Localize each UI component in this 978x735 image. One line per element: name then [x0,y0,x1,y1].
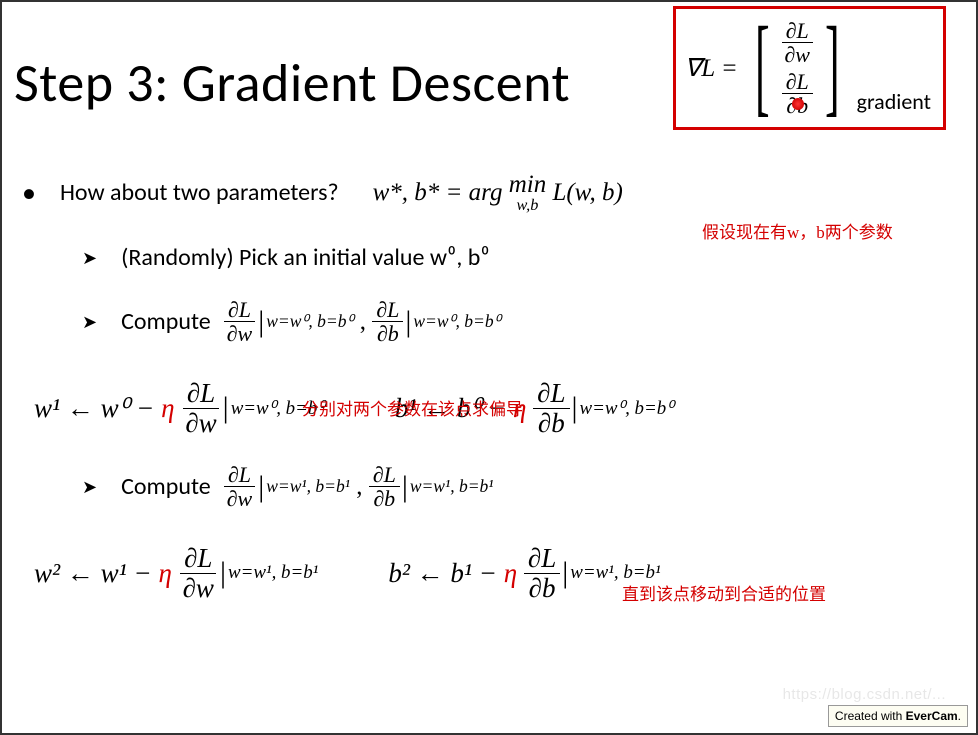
dL-dw: ∂L ∂w [780,19,814,66]
slide: Step 3: Gradient Descent ∇L = [ ∂L ∂w ∂L… [0,0,978,735]
annotation-3: 直到该点移动到合适的位置 [622,580,826,605]
step-1-text: (Randomly) Pick an initial value w⁰, b⁰ [121,243,490,272]
question-row: How about two parameters? w*, b* = arg m… [22,172,956,213]
question-text: How about two parameters? [60,178,339,207]
left-bracket: [ [755,15,770,121]
nabla-L: ∇L = [684,53,737,83]
dL-db: ∂L ∂b [780,70,814,117]
compute-label-1: Compute [121,307,211,336]
watermark: https://blog.csdn.net/... [783,686,946,703]
compute-label-2: Compute [121,472,211,501]
right-bracket: ] [825,15,840,121]
slide-title: Step 3: Gradient Descent [14,50,570,116]
w-update-1: w¹ ← w⁰ − η ∂L∂w |w=w⁰, b=b⁰ [34,379,325,437]
compute-eq-2: ∂L∂w |w=w¹, b=b¹ , ∂L∂b |w=w¹, b=b¹ [223,463,494,510]
w-update-2: w² ← w¹ − η ∂L∂w |w=w¹, b=b¹ [34,544,318,602]
b-update-2: b² ← b¹ − η ∂L∂b |w=w¹, b=b¹ [388,544,660,602]
laser-pointer-icon [792,98,804,110]
step-1: (Randomly) Pick an initial value w⁰, b⁰ [82,243,956,272]
step-2: Compute ∂L∂w |w=w⁰, b=b⁰ , ∂L∂b |w=w⁰, b… [82,298,956,345]
evercam-badge: Created with EverCam. [828,705,968,727]
argmin-eq: w*, b* = arg minw,b L(w, b) [373,172,623,213]
gradient-label: gradient [857,88,931,115]
gradient-definition-box: ∇L = [ ∂L ∂w ∂L ∂b ] gradient [673,6,946,130]
annotation-1: 假设现在有w，b两个参数 [702,218,893,243]
annotation-2: 分别对两个参数在该点求偏导 [302,395,523,420]
compute-eq-1: ∂L∂w |w=w⁰, b=b⁰ , ∂L∂b |w=w⁰, b=b⁰ [223,298,501,345]
step-3: Compute ∂L∂w |w=w¹, b=b¹ , ∂L∂b |w=w¹, b… [82,463,956,510]
